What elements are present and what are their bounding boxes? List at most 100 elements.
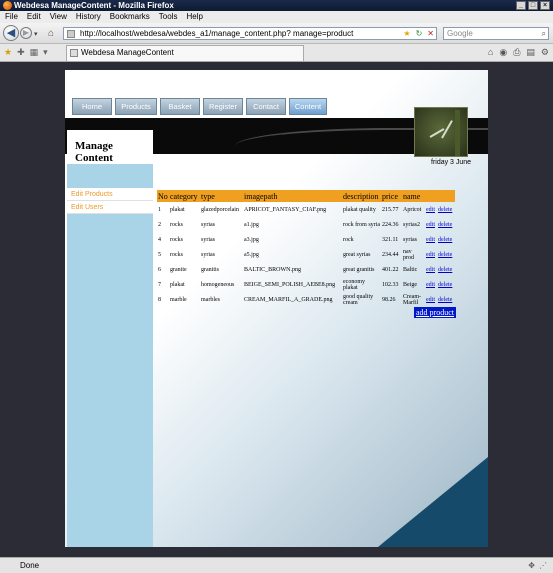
addon-icon[interactable]: ✥ xyxy=(528,558,535,573)
search-icon[interactable]: ⌕ xyxy=(542,28,546,39)
web-page: Home Products Basket Register Contact Co… xyxy=(65,70,488,547)
cell-name: syrias xyxy=(403,236,417,243)
tab-grid-icon[interactable]: ▦ xyxy=(30,47,39,58)
column-header-no: No xyxy=(157,190,169,202)
cell-description: economy plakat xyxy=(343,278,365,291)
menu-file[interactable]: File xyxy=(5,11,18,23)
cell-price: 234.44 xyxy=(382,251,399,258)
delete-link[interactable]: delete xyxy=(437,247,455,262)
forward-arrow-icon[interactable]: ▶ xyxy=(20,27,32,39)
cell-imagepath: BALTIC_BROWN.png xyxy=(244,266,301,273)
bookmarks-list-icon[interactable]: ✚ xyxy=(17,47,25,58)
cell-category: plakat xyxy=(170,281,185,288)
cell-imagepath: CREAM_MARFIL_A_GRADE.png xyxy=(244,296,333,303)
browser-tab[interactable]: Webdesa ManageContent xyxy=(66,45,304,61)
sidebar-item-edit-users[interactable]: Edit Users xyxy=(67,201,153,214)
tab-list-dropdown-icon[interactable]: ▾ xyxy=(43,47,48,58)
bookmarks-star-icon[interactable]: ★ xyxy=(4,47,12,58)
menu-history[interactable]: History xyxy=(76,11,101,23)
stop-icon[interactable]: ✕ xyxy=(427,28,434,39)
cell-name: Beige xyxy=(403,281,417,288)
edit-link[interactable]: edit xyxy=(425,217,437,232)
nav-content-button[interactable]: Content xyxy=(289,98,327,115)
resize-grip-icon[interactable]: ⋰ xyxy=(539,558,547,573)
cell-category: granite xyxy=(170,266,187,273)
cell-category: rocks xyxy=(170,221,183,228)
menu-bookmarks[interactable]: Bookmarks xyxy=(110,11,150,23)
tab-bar: ★ ✚ ▦ ▾ Webdesa ManageContent ⌂ ◉ ⎙ ▤ ⚙ xyxy=(0,44,553,62)
menu-help[interactable]: Help xyxy=(186,11,202,23)
cell-name: Baltic xyxy=(403,266,418,273)
cell-description: plakat quality xyxy=(343,206,376,213)
column-header-imagepath: imagepath xyxy=(243,190,342,202)
tools-gear-icon[interactable]: ⚙ xyxy=(541,47,549,58)
home-icon[interactable]: ⌂ xyxy=(48,28,54,39)
delete-link[interactable]: delete xyxy=(437,262,455,277)
add-product-button[interactable]: add product xyxy=(414,307,456,318)
edit-link[interactable]: edit xyxy=(425,202,437,217)
cell-description: rock xyxy=(343,236,354,243)
window-titlebar: Webdesa ManageContent - Mozilla Firefox … xyxy=(0,0,553,11)
cell-name: Cream-Marfil xyxy=(403,293,421,306)
minimize-button[interactable]: _ xyxy=(516,1,526,10)
cell-type: syrias xyxy=(201,251,215,258)
delete-link[interactable]: delete xyxy=(437,277,455,292)
bookmark-star-icon[interactable]: ★ xyxy=(403,28,410,39)
table-row: 8 marble marbles CREAM_MARFIL_A_GRADE.pn… xyxy=(157,292,455,307)
print-icon[interactable]: ⎙ xyxy=(513,47,520,58)
close-window-button[interactable]: × xyxy=(540,1,550,10)
delete-link[interactable]: delete xyxy=(437,292,455,307)
cell-name: nav prod xyxy=(403,248,414,261)
navigation-toolbar: ◀ ▶ ▾ ⌂ http://localhost/webdesa/webdes_… xyxy=(0,23,553,44)
search-placeholder: Google xyxy=(447,29,473,38)
status-bar: Done ✥ ⋰ xyxy=(0,557,553,573)
table-row: 2 rocks syrias a1.jpg rock from syria 22… xyxy=(157,217,455,232)
cell-imagepath: a3.jpg xyxy=(244,236,259,243)
sidebar-item-edit-products[interactable]: Edit Products xyxy=(67,188,153,201)
reload-icon[interactable]: ↻ xyxy=(416,28,423,39)
menu-edit[interactable]: Edit xyxy=(27,11,41,23)
edit-link[interactable]: edit xyxy=(425,262,437,277)
history-dropdown-icon[interactable]: ▾ xyxy=(34,30,38,38)
cell-no: 2 xyxy=(158,221,161,228)
cell-price: 321.11 xyxy=(382,236,399,243)
cell-type: syrias xyxy=(201,236,215,243)
delete-link[interactable]: delete xyxy=(437,202,455,217)
nav-basket-button[interactable]: Basket xyxy=(160,98,200,115)
delete-link[interactable]: delete xyxy=(437,232,455,247)
manage-header: Manage Content xyxy=(67,130,153,164)
page-title: Manage Content xyxy=(75,140,113,164)
column-header-name: name xyxy=(402,190,425,202)
menu-bar: File Edit View History Bookmarks Tools H… xyxy=(0,11,553,23)
cell-category: plakat xyxy=(170,206,185,213)
menu-view[interactable]: View xyxy=(50,11,67,23)
cell-price: 215.77 xyxy=(382,206,399,213)
nav-home-button[interactable]: Home xyxy=(72,98,112,115)
cell-type: syrias xyxy=(201,221,215,228)
nav-products-button[interactable]: Products xyxy=(115,98,157,115)
page-menu-icon[interactable]: ▤ xyxy=(526,47,535,58)
table-row: 7 plakat homogeneous BEIGE_SEMI_POLISH_A… xyxy=(157,277,455,292)
table-row: 4 rocks syrias a3.jpg rock 321.11 syrias… xyxy=(157,232,455,247)
edit-link[interactable]: edit xyxy=(425,292,437,307)
maximize-button[interactable]: □ xyxy=(528,1,538,10)
url-bar[interactable]: http://localhost/webdesa/webdes_a1/manag… xyxy=(63,27,437,40)
feed-icon[interactable]: ◉ xyxy=(499,47,507,58)
product-table: No category type imagepath description p… xyxy=(157,190,455,307)
search-input[interactable]: Google ⌕ xyxy=(443,27,549,40)
cell-imagepath: a1.jpg xyxy=(244,221,259,228)
cell-price: 224.36 xyxy=(382,221,399,228)
home-toolbar-icon[interactable]: ⌂ xyxy=(488,47,493,58)
delete-link[interactable]: delete xyxy=(437,217,455,232)
cell-type: granitis xyxy=(201,266,219,273)
nav-register-button[interactable]: Register xyxy=(203,98,243,115)
cell-description: great syrias xyxy=(343,251,371,258)
edit-link[interactable]: edit xyxy=(425,277,437,292)
url-text: http://localhost/webdesa/webdes_a1/manag… xyxy=(80,29,354,38)
edit-link[interactable]: edit xyxy=(425,247,437,262)
back-arrow-icon[interactable]: ◀ xyxy=(3,25,19,41)
menu-tools[interactable]: Tools xyxy=(159,11,178,23)
site-nav: Home Products Basket Register Contact Co… xyxy=(72,98,327,115)
nav-contact-button[interactable]: Contact xyxy=(246,98,286,115)
edit-link[interactable]: edit xyxy=(425,232,437,247)
